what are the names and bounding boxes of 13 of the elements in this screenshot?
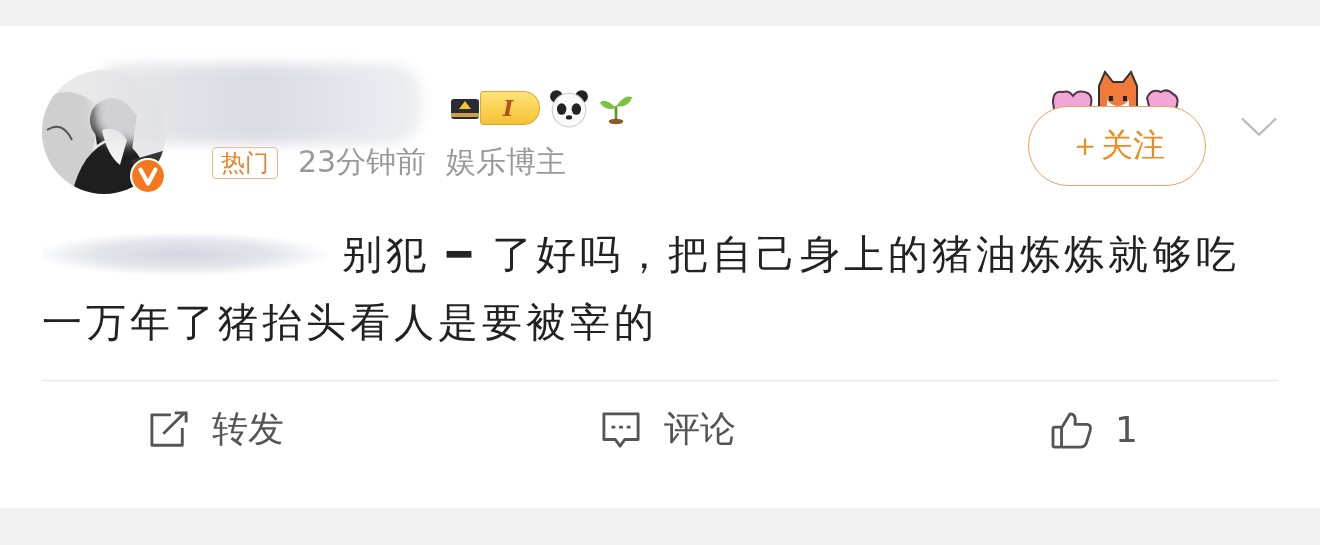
comment-button[interactable]: 评论 — [599, 405, 736, 454]
chevron-down-icon[interactable] — [1240, 116, 1278, 138]
author-role: 娱乐博主 — [446, 143, 567, 181]
verified-icon — [130, 158, 166, 194]
hot-tag: 热门 — [212, 146, 278, 179]
share-icon — [148, 410, 190, 449]
comment-icon — [599, 410, 642, 449]
panda-icon — [548, 87, 591, 129]
thumbs-up-icon — [1051, 410, 1094, 449]
repost-button[interactable]: 转发 — [148, 405, 284, 454]
post-time: 23分钟前 — [298, 143, 427, 181]
level-badge: I — [480, 91, 541, 125]
like-button[interactable]: 1 — [1051, 405, 1138, 454]
